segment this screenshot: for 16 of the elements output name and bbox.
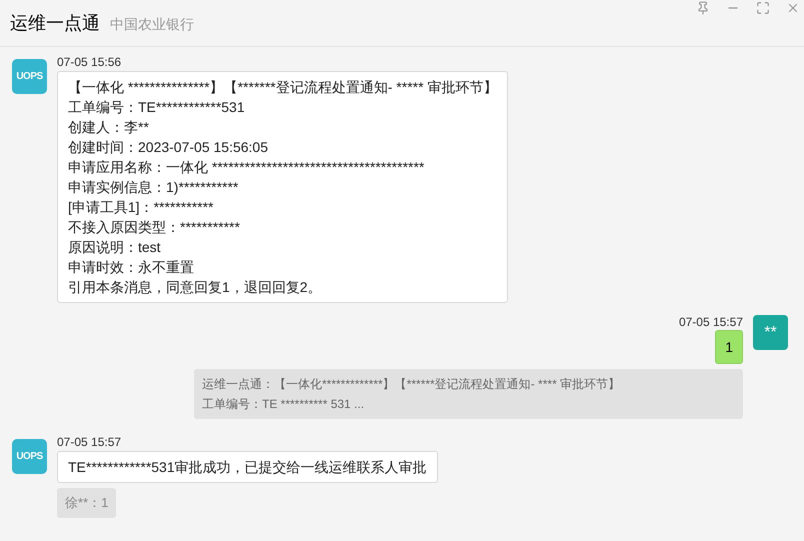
maximize-icon[interactable]	[756, 1, 770, 15]
message-bubble: 【一体化 ***************】【*******登记流程处置通知- ***** 审批环节】 工单编号：TE************531 创建人：李** 创建时间：2023-07-05 15:56:05 申请应用名称：一体化 *************************************** 申请实例信息：1)*********** [申请工具1]：*********** 不接入原因类型：*********** 原因说明：test 申请时效：永不重置 引用本条消息，同意回复1，退回回复2。	[57, 71, 508, 303]
message-bubble: 1	[715, 330, 743, 364]
message-time: 07-05 15:57	[678, 315, 743, 329]
window-title: 运维一点通	[10, 12, 100, 34]
quoted-message: 运维一点通：【一体化*************】【******登记流程处置通知- **** 审批环节】 工单编号：TE ********** 531 ...	[194, 369, 743, 419]
app-logo: UOPS	[12, 59, 47, 94]
app-logo: UOPS	[12, 439, 47, 474]
message-time: 07-05 15:56	[57, 55, 122, 69]
user-avatar: **	[753, 315, 788, 350]
message-time: 07-05 15:57	[57, 435, 122, 449]
message-bubble: TE************531审批成功，已提交给一线运维联系人审批	[57, 451, 438, 483]
window-subtitle: 中国农业银行	[110, 14, 194, 34]
pin-icon[interactable]	[696, 1, 710, 15]
reply-chip: 徐**：1	[57, 488, 116, 518]
close-icon[interactable]	[786, 1, 800, 15]
